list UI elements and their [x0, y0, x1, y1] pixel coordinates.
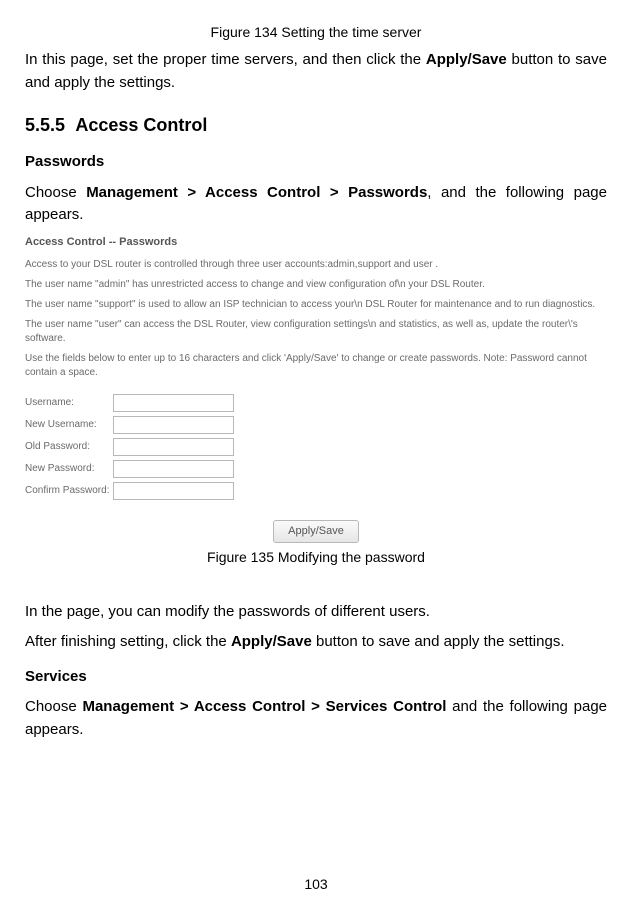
section-title: Access Control: [75, 115, 207, 135]
page-number: 103: [0, 874, 632, 895]
passwords-heading: Passwords: [25, 151, 607, 174]
intro-paragraph: In this page, set the proper time server…: [25, 49, 607, 94]
after-fig-p2-bold: Apply/Save: [231, 633, 312, 650]
old-password-row: Old Password:: [25, 436, 238, 458]
panel-p3: The user name "support" is used to allow…: [25, 298, 607, 312]
passwords-panel: Access Control -- Passwords Access to yo…: [25, 235, 607, 544]
after-fig-p1: In the page, you can modify the password…: [25, 601, 607, 624]
apply-save-button[interactable]: Apply/Save: [273, 520, 359, 543]
new-username-row: New Username:: [25, 414, 238, 436]
intro-bold: Apply/Save: [426, 51, 507, 68]
confirm-password-row: Confirm Password:: [25, 480, 238, 502]
panel-p5: Use the fields below to enter up to 16 c…: [25, 352, 607, 380]
services-pre: Choose: [25, 698, 82, 715]
fields-table: Username: New Username: Old Password: Ne…: [25, 392, 238, 502]
passwords-bold: Management > Access Control > Passwords: [86, 184, 427, 201]
passwords-pre: Choose: [25, 184, 86, 201]
figure-135-caption: Figure 135 Modifying the password: [25, 547, 607, 568]
apply-row: Apply/Save: [25, 520, 607, 543]
new-password-input[interactable]: [113, 460, 234, 478]
after-fig-p2: After finishing setting, click the Apply…: [25, 631, 607, 654]
intro-pre: In this page, set the proper time server…: [25, 51, 426, 68]
section-heading: 5.5.5 Access Control: [25, 112, 607, 139]
figure-134-caption: Figure 134 Setting the time server: [25, 22, 607, 43]
passwords-paragraph: Choose Management > Access Control > Pas…: [25, 182, 607, 227]
services-bold: Management > Access Control > Services C…: [82, 698, 446, 715]
confirm-password-label: Confirm Password:: [25, 480, 113, 502]
new-username-input[interactable]: [113, 416, 234, 434]
services-heading: Services: [25, 666, 607, 689]
username-label: Username:: [25, 392, 113, 414]
username-input[interactable]: [113, 394, 234, 412]
panel-p2: The user name "admin" has unrestricted a…: [25, 278, 607, 292]
after-fig-p2-pre: After finishing setting, click the: [25, 633, 231, 650]
new-password-row: New Password:: [25, 458, 238, 480]
confirm-password-input[interactable]: [113, 482, 234, 500]
new-password-label: New Password:: [25, 458, 113, 480]
section-number: 5.5.5: [25, 112, 71, 139]
old-password-input[interactable]: [113, 438, 234, 456]
new-username-label: New Username:: [25, 414, 113, 436]
old-password-label: Old Password:: [25, 436, 113, 458]
after-fig-p2-post: button to save and apply the settings.: [312, 633, 565, 650]
username-row: Username:: [25, 392, 238, 414]
panel-title: Access Control -- Passwords: [25, 235, 607, 250]
panel-p4: The user name "user" can access the DSL …: [25, 318, 607, 346]
services-paragraph: Choose Management > Access Control > Ser…: [25, 696, 607, 741]
panel-p1: Access to your DSL router is controlled …: [25, 258, 607, 272]
